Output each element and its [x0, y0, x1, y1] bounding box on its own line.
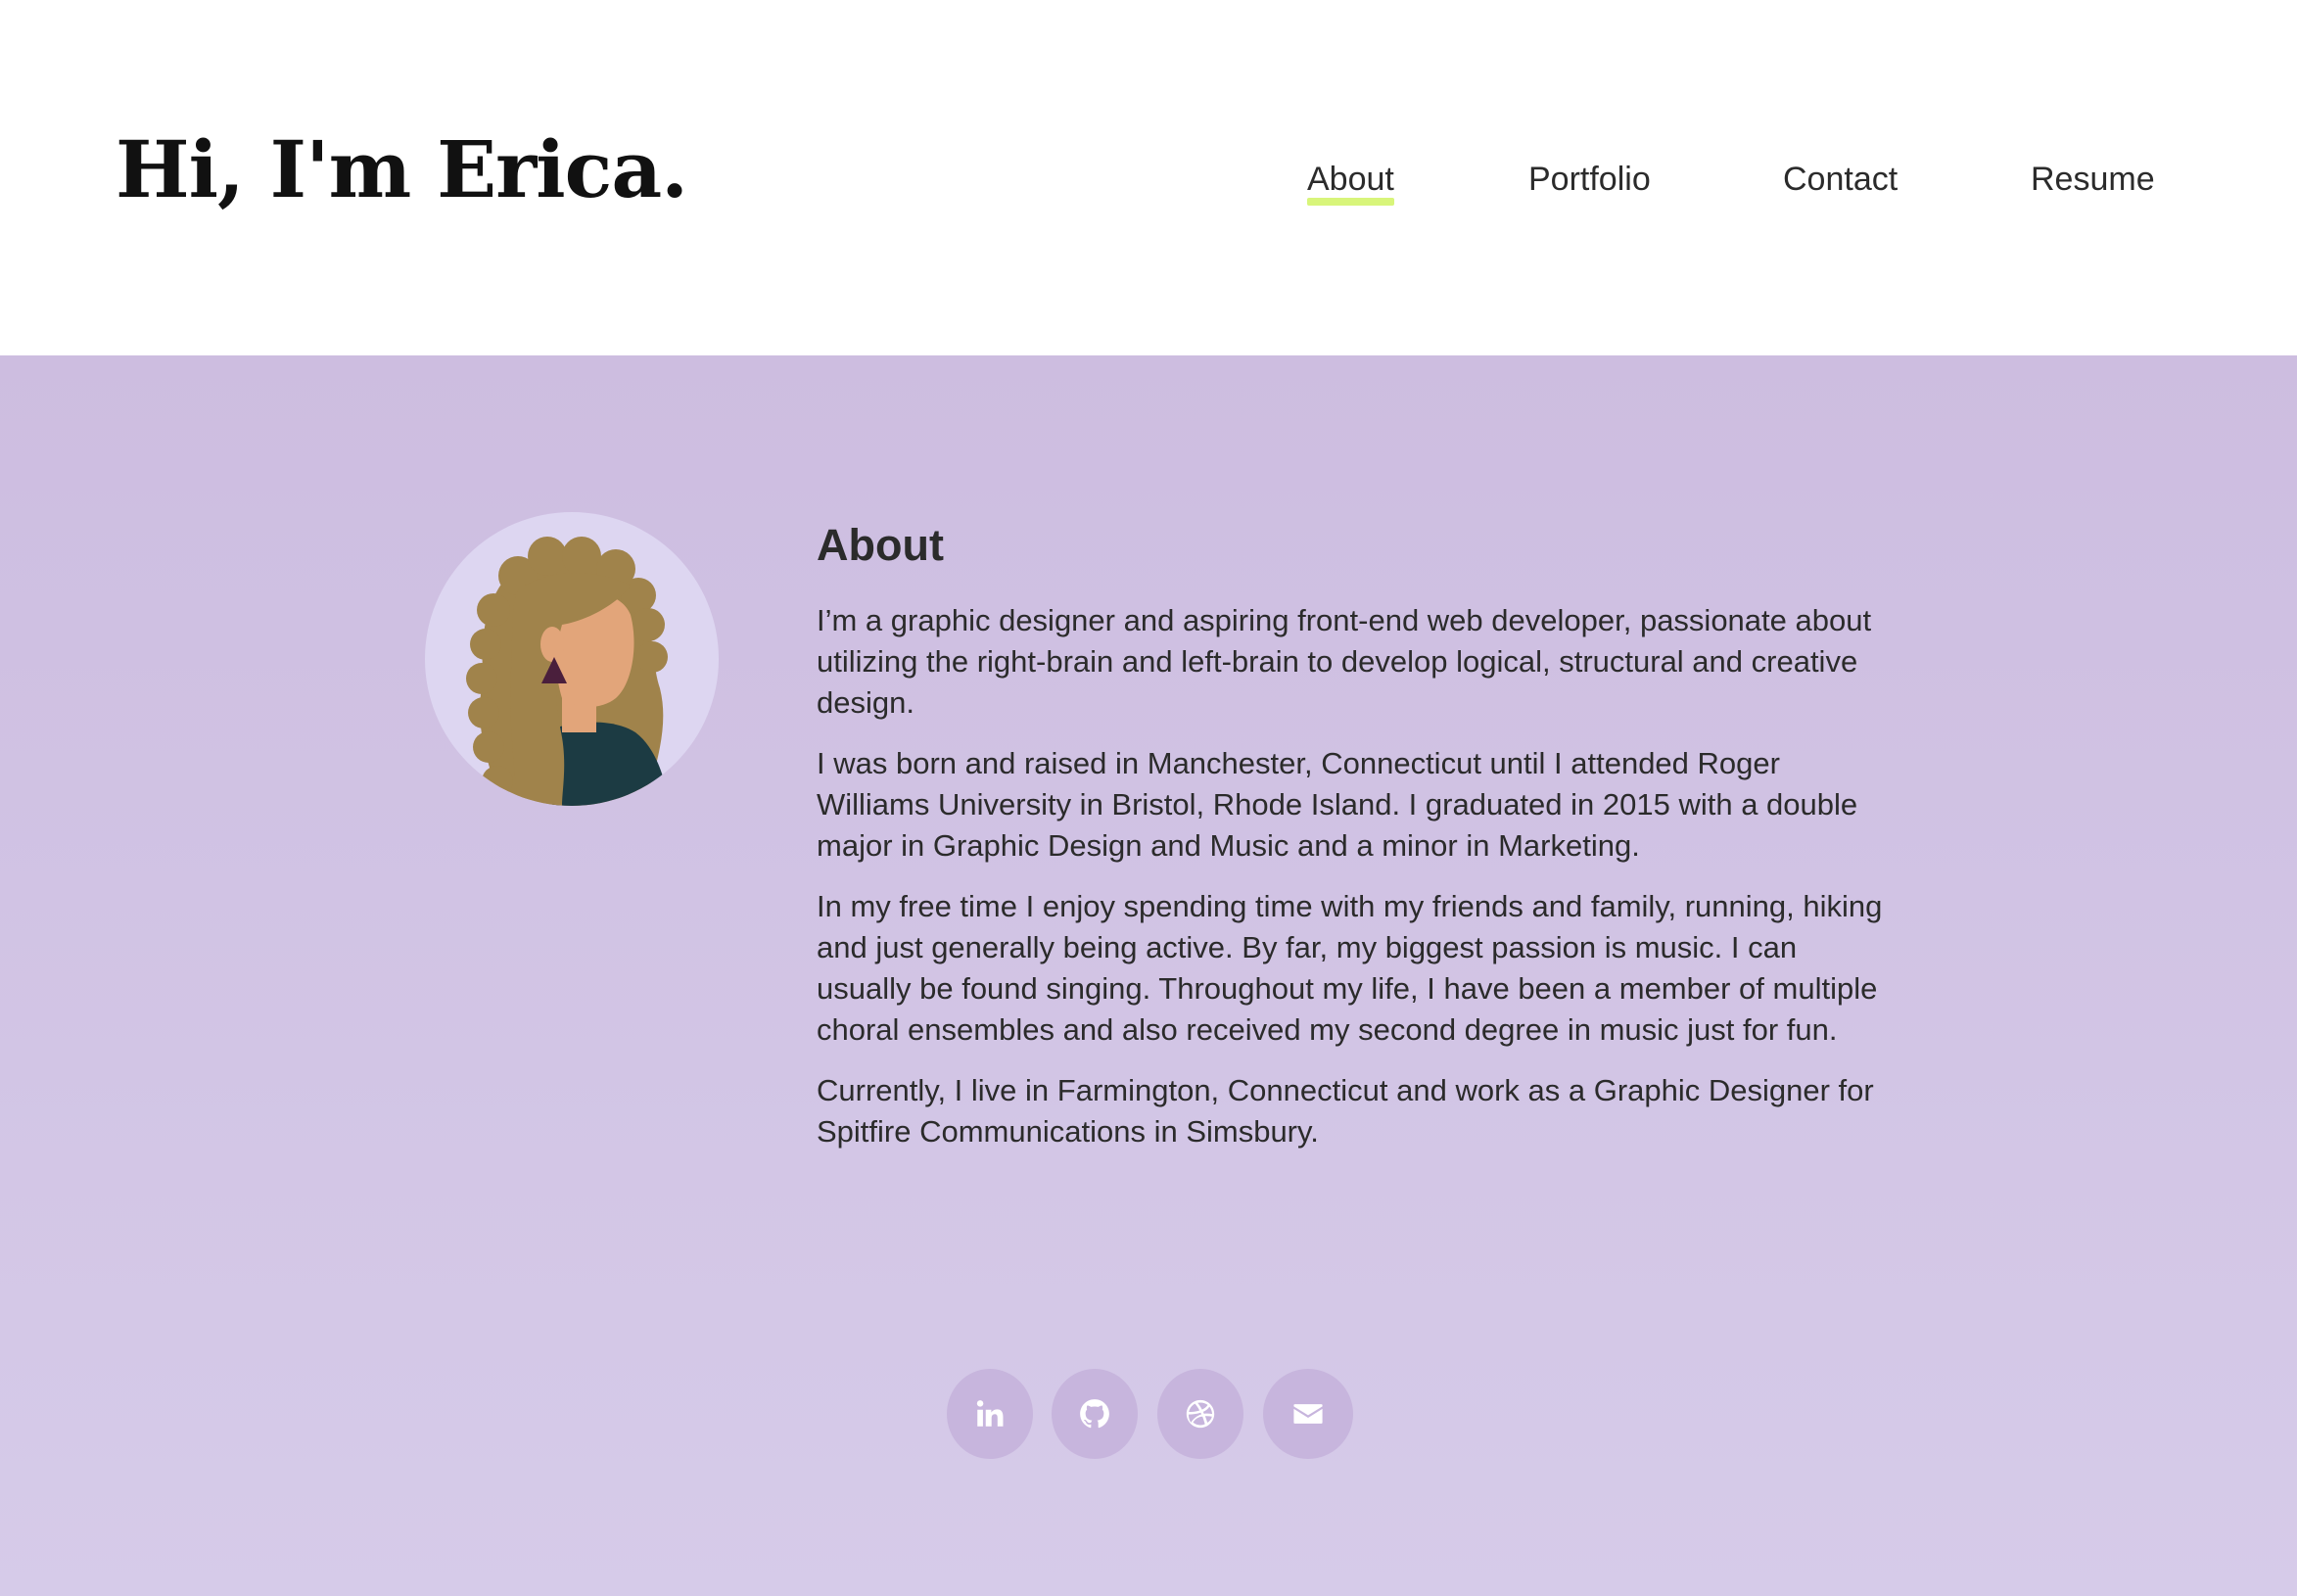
linkedin-button[interactable] — [947, 1369, 1033, 1459]
about-paragraph: I’m a graphic designer and aspiring fron… — [817, 603, 1872, 720]
avatar-illustration — [425, 512, 719, 806]
site-header: Hi, I'm Erica. About Portfolio Contact R… — [0, 0, 2297, 355]
github-button[interactable] — [1052, 1369, 1138, 1459]
github-icon — [1080, 1399, 1109, 1429]
about-paragraph: I was born and raised in Manchester, Con… — [817, 746, 1858, 863]
dribbble-button[interactable] — [1157, 1369, 1243, 1459]
nav-link-resume[interactable]: Resume — [2031, 155, 2155, 204]
nav-link-about[interactable]: About — [1307, 155, 1394, 206]
email-button[interactable] — [1263, 1369, 1353, 1459]
about-section: About I’m a graphic designer and aspirin… — [0, 355, 2297, 1596]
dribbble-icon — [1186, 1399, 1215, 1429]
about-heading: About — [817, 520, 944, 570]
nav-link-portfolio[interactable]: Portfolio — [1528, 155, 1651, 204]
avatar-illustration-graphic — [466, 537, 670, 806]
about-paragraph: In my free time I enjoy spending time wi… — [817, 889, 1883, 1047]
about-paragraph: Currently, I live in Farmington, Connect… — [817, 1073, 1874, 1149]
social-links — [0, 1369, 2297, 1459]
linkedin-icon — [976, 1400, 1004, 1427]
nav-link-contact[interactable]: Contact — [1783, 155, 1898, 204]
email-icon — [1293, 1404, 1323, 1424]
about-text: About I’m a graphic designer and aspirin… — [817, 512, 1884, 1172]
main-nav: About Portfolio Contact Resume — [0, 155, 2297, 206]
